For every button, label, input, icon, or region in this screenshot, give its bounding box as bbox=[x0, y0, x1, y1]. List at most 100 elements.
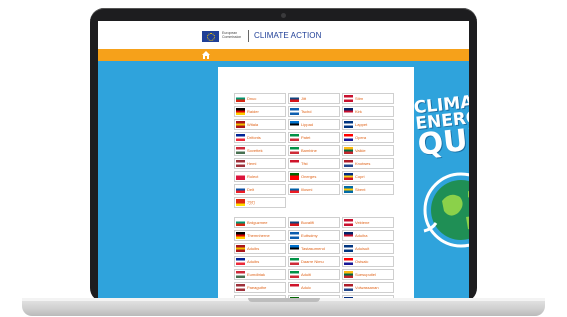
language-button[interactable]: Tastasumend bbox=[288, 243, 340, 254]
language-button[interactable]: Brdguzmee bbox=[234, 217, 286, 228]
language-label: Dnuc bbox=[247, 96, 257, 101]
language-button[interactable]: Dnuc bbox=[234, 93, 286, 104]
flag-icon bbox=[290, 186, 299, 193]
language-button[interactable]: Aduisuit bbox=[342, 243, 394, 254]
language-button[interactable]: Vektene bbox=[342, 217, 394, 228]
flag-icon bbox=[290, 258, 299, 265]
language-label: Tschd bbox=[301, 109, 312, 114]
language-label: Drifonts bbox=[247, 135, 261, 140]
language-label: Volwassanan bbox=[355, 285, 379, 290]
language-button[interactable]: Themnherne bbox=[234, 230, 286, 241]
flag-icon bbox=[344, 173, 353, 180]
language-label: Knotwes bbox=[355, 161, 371, 166]
language-button[interactable]: Kirk bbox=[342, 106, 394, 117]
flag-icon bbox=[344, 219, 353, 226]
language-list-primary: Dnuc Jitt Stirn Raider Tschd Kirk Witala Lippad… bbox=[234, 93, 394, 208]
language-button[interactable]: Buvalifi bbox=[288, 217, 340, 228]
language-button[interactable]: Aduic bbox=[288, 282, 340, 293]
language-button[interactable]: Ostsalc bbox=[342, 256, 394, 267]
language-button[interactable]: Illosmi bbox=[288, 184, 340, 195]
language-button[interactable]: Euttsdmy bbox=[288, 230, 340, 241]
flag-icon bbox=[236, 134, 245, 141]
language-label: Vektene bbox=[355, 220, 370, 225]
language-label: Paeaguthe bbox=[247, 285, 267, 290]
language-button[interactable]: Suesuputiel bbox=[342, 269, 394, 280]
language-label: Aduiti bbox=[301, 272, 312, 277]
language-button[interactable]: Copri bbox=[342, 171, 394, 182]
flag-icon bbox=[344, 108, 353, 115]
language-button[interactable]: Aduiti bbox=[288, 269, 340, 280]
language-label: Patet bbox=[301, 135, 311, 140]
language-panel: Dnuc Jitt Stirn Raider Tschd Kirk Witala Lippad… bbox=[218, 67, 414, 298]
flag-icon bbox=[236, 271, 245, 278]
language-button[interactable]: Stirn bbox=[342, 93, 394, 104]
site-title[interactable]: CLIMATE ACTION bbox=[254, 31, 321, 40]
language-button[interactable]: Tfst bbox=[288, 158, 340, 169]
language-button[interactable]: Knotwes bbox=[342, 158, 394, 169]
language-button[interactable]: Paeaguthe bbox=[234, 282, 286, 293]
language-label: Delt bbox=[247, 187, 255, 192]
language-button[interactable]: Drifonts bbox=[234, 132, 286, 143]
flag-icon bbox=[236, 108, 245, 115]
flag-icon bbox=[236, 245, 245, 252]
flag-icon bbox=[344, 284, 353, 291]
language-button[interactable]: Bambine bbox=[288, 145, 340, 156]
language-button[interactable]: Onerges bbox=[288, 171, 340, 182]
flag-icon bbox=[344, 134, 353, 141]
flag-icon bbox=[290, 284, 299, 291]
nav-bar bbox=[98, 49, 469, 61]
language-label: Valkie bbox=[355, 148, 366, 153]
language-label: Ostsalc bbox=[355, 259, 369, 264]
flag-icon bbox=[290, 108, 299, 115]
language-button[interactable]: Witala bbox=[234, 119, 286, 130]
language-label: Suesuputiel bbox=[355, 272, 376, 277]
eu-flag-logo[interactable] bbox=[202, 31, 219, 42]
language-button[interactable]: Delt bbox=[234, 184, 286, 195]
flag-icon bbox=[290, 160, 299, 167]
flag-icon bbox=[290, 271, 299, 278]
language-label: Aduisuit bbox=[355, 246, 370, 251]
laptop-frame: European Commission CLIMATE ACTION Dnuc J… bbox=[90, 8, 477, 302]
language-button[interactable]: Hemi bbox=[234, 158, 286, 169]
language-button[interactable]: Eumdbtak bbox=[234, 269, 286, 280]
language-label: Jitt bbox=[301, 96, 307, 101]
language-button[interactable]: Aduiha bbox=[342, 230, 394, 241]
language-button[interactable]: Opera bbox=[342, 132, 394, 143]
language-label: 刁刃 bbox=[247, 200, 255, 205]
language-label: Stirn bbox=[355, 96, 364, 101]
home-icon[interactable] bbox=[201, 50, 211, 60]
quiz-logo: CLIMATE& ENERGY QUIZ bbox=[413, 88, 469, 164]
language-button[interactable]: Valkie bbox=[342, 145, 394, 156]
language-label: Themnherne bbox=[247, 233, 270, 238]
flag-icon bbox=[344, 147, 353, 154]
language-label: Aduibs bbox=[247, 259, 260, 264]
language-button[interactable]: Sbent bbox=[342, 184, 394, 195]
quiz-title-line3: QUIZ bbox=[416, 119, 469, 164]
language-label: Tastasumend bbox=[301, 246, 325, 251]
flag-icon bbox=[236, 95, 245, 102]
language-button[interactable]: Patet bbox=[288, 132, 340, 143]
flag-icon bbox=[344, 160, 353, 167]
header-divider bbox=[248, 30, 249, 42]
camera-icon bbox=[281, 13, 286, 18]
language-button[interactable]: Lippad bbox=[288, 119, 340, 130]
language-button[interactable]: Aduibs bbox=[234, 243, 286, 254]
language-button[interactable]: Volwassanan bbox=[342, 282, 394, 293]
language-button[interactable]: Rolect bbox=[234, 171, 286, 182]
language-button[interactable]: Daarre Nimu bbox=[288, 256, 340, 267]
language-button[interactable]: Raider bbox=[234, 106, 286, 117]
flag-icon bbox=[290, 95, 299, 102]
language-button[interactable]: Lappet bbox=[342, 119, 394, 130]
language-label: Eumdbtak bbox=[247, 272, 266, 277]
language-button[interactable]: Sovettek bbox=[234, 145, 286, 156]
language-button[interactable]: Aduibs bbox=[234, 256, 286, 267]
language-label: Lappet bbox=[355, 122, 368, 127]
language-button[interactable]: 刁刃 bbox=[234, 197, 286, 208]
flag-icon bbox=[344, 245, 353, 252]
flag-icon bbox=[290, 121, 299, 128]
laptop-notch bbox=[248, 298, 320, 302]
flag-icon bbox=[344, 186, 353, 193]
language-label: Aduiha bbox=[355, 233, 368, 238]
language-button[interactable]: Tschd bbox=[288, 106, 340, 117]
language-button[interactable]: Jitt bbox=[288, 93, 340, 104]
